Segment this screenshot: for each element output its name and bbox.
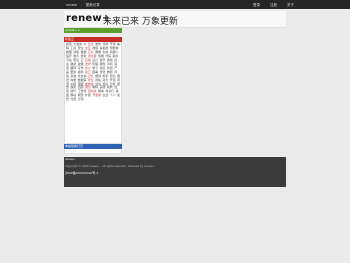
tag-link[interactable]: 对齐 bbox=[102, 78, 108, 82]
green-panel-header[interactable]: renew+ + bbox=[64, 28, 122, 33]
top-navigation-bar: renew 更新记录 登录 注册 关于 bbox=[0, 0, 350, 9]
tag-link[interactable]: 数据库 bbox=[78, 78, 87, 82]
sponsor-panel bbox=[64, 149, 122, 154]
footer-site-name: renew+ bbox=[65, 158, 76, 161]
tag-link[interactable]: 个人 bbox=[110, 93, 116, 97]
top-nav-link-login[interactable]: 登录 bbox=[253, 3, 260, 8]
tag-link[interactable]: 企业 bbox=[102, 93, 108, 97]
top-nav-link-changelog[interactable]: 更新记录 bbox=[86, 3, 100, 8]
tag-link[interactable]: 安全 bbox=[88, 78, 94, 82]
footer-copyright: Copyright © 2024 renew+ · All rights res… bbox=[65, 165, 155, 168]
tag-cloud: 模型 大语言 AI 论文 发布 评测 开源 编程 工具 安全 交互 视频 多模态… bbox=[66, 42, 120, 102]
top-nav-link-about[interactable]: 关于 bbox=[287, 3, 294, 8]
tag-cloud-panel: 模型 大语言 AI 论文 发布 评测 开源 编程 工具 安全 交互 视频 多模态… bbox=[64, 42, 122, 144]
footer-icp[interactable]: 沪ICP备XXXXXXXX号-1 bbox=[65, 171, 98, 175]
site-header: renew+ 未来已来 万象更新 bbox=[64, 11, 286, 28]
tag-link[interactable]: 开源 bbox=[110, 78, 116, 82]
top-nav-right: 登录 注册 关于 bbox=[253, 3, 294, 8]
tag-link[interactable]: 订阅 bbox=[78, 97, 84, 101]
tag-link[interactable]: 开发者 bbox=[92, 93, 101, 97]
top-nav-link-register[interactable]: 注册 bbox=[270, 3, 277, 8]
sidebar: renew+ + 标签云 模型 大语言 AI 论文 发布 评测 开源 编程 工具… bbox=[64, 28, 122, 154]
tag-link[interactable]: 隐私 bbox=[95, 78, 101, 82]
tag-link[interactable]: 扩展 bbox=[85, 93, 91, 97]
top-nav-link-home[interactable]: renew bbox=[66, 3, 77, 8]
site-tagline: 未来已来 万象更新 bbox=[103, 16, 178, 27]
tag-link[interactable]: 付费 bbox=[70, 97, 76, 101]
site-footer: renew+ Copyright © 2024 renew+ · All rig… bbox=[64, 157, 286, 187]
tag-link[interactable]: 向量 bbox=[70, 78, 76, 82]
top-nav-left: renew 更新记录 bbox=[66, 3, 100, 8]
